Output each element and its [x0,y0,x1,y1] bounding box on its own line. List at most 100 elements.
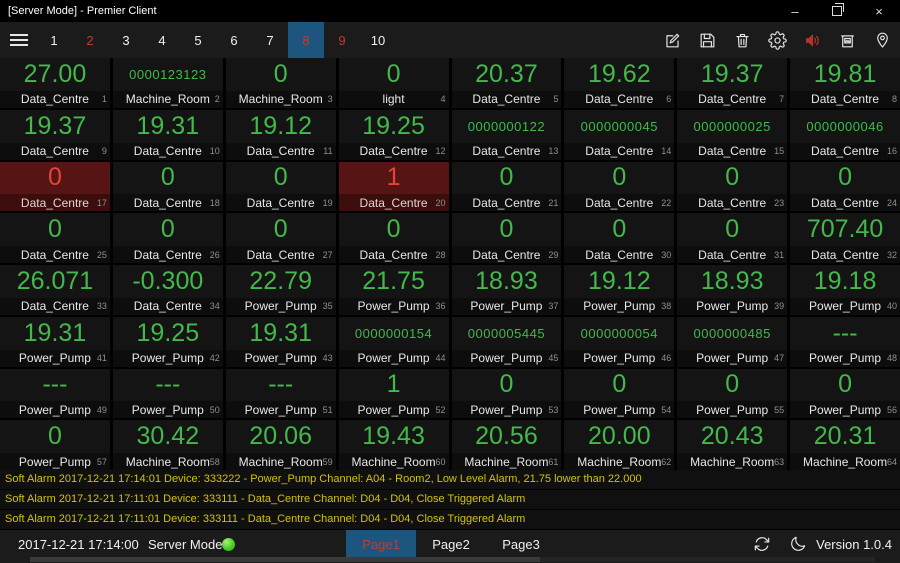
grid-cell[interactable]: 19.43 Machine_Room 60 [338,420,449,470]
cell-value: 0000000025 [693,118,771,134]
grid-cell[interactable]: 19.31 Power_Pump 43 [225,316,336,367]
grid-cell[interactable]: 0000000122 Data_Centre 13 [451,109,562,160]
delete-button[interactable] [725,22,760,58]
grid-cell[interactable]: 0 Power_Pump 56 [790,368,900,419]
grid-cell[interactable]: 0000000154 Power_Pump 44 [338,316,449,367]
cell-label: Data_Centre [811,144,880,158]
grid-cell[interactable]: 0 light 4 [338,58,449,108]
cell-value: 707.40 [806,215,884,244]
grid-cell[interactable]: 0 Power_Pump 53 [451,368,562,419]
sync-button[interactable] [751,533,773,555]
grid-cell[interactable]: --- Power_Pump 51 [225,368,336,419]
grid-cell[interactable]: 0 Data_Centre 18 [112,161,223,212]
grid-cell[interactable]: 0 Machine_Room 3 [225,58,336,108]
tab-page3[interactable]: Page3 [486,530,556,558]
grid-cell[interactable]: 30.42 Machine_Room 58 [112,420,223,470]
grid-cell[interactable]: 0 Data_Centre 25 [0,213,110,263]
grid-cell[interactable]: 0 Power_Pump 54 [564,368,675,419]
grid-cell[interactable]: 0 Data_Centre 19 [225,161,336,212]
grid-cell[interactable]: 0000000054 Power_Pump 46 [564,316,675,367]
alarm-row[interactable]: Soft Alarm 2017-12-21 17:11:01 Device: 3… [0,490,900,510]
grid-cell[interactable]: 20.56 Machine_Room 61 [451,420,562,470]
grid-cell[interactable]: 22.79 Power_Pump 35 [225,265,336,315]
grid-cell[interactable]: 20.37 Data_Centre 5 [451,58,562,108]
grid-cell[interactable]: 20.00 Machine_Room 62 [564,420,675,470]
grid-cell[interactable]: 0 Data_Centre 17 [0,161,110,212]
grid-cell[interactable]: 0 Data_Centre 27 [225,213,336,263]
save-button[interactable] [690,22,725,58]
grid-cell[interactable]: --- Power_Pump 48 [790,316,900,367]
grid-cell[interactable]: 0 Data_Centre 30 [564,213,675,263]
grid-cell[interactable]: 19.37 Data_Centre 9 [0,109,110,160]
close-button[interactable]: × [858,0,900,22]
grid-cell[interactable]: 0000123123 Machine_Room 2 [112,58,223,108]
toolbar-page-4[interactable]: 4 [144,22,180,58]
grid-cell[interactable]: 0 Data_Centre 23 [677,161,788,212]
tab-page2[interactable]: Page2 [416,530,486,558]
scrollbar-thumb[interactable] [30,557,540,562]
snapshot-button[interactable] [830,22,865,58]
grid-cell[interactable]: 26.071 Data_Centre 33 [0,265,110,315]
grid-cell[interactable]: 19.18 Power_Pump 40 [790,265,900,315]
menu-button[interactable] [0,22,36,58]
alarm-row[interactable]: Soft Alarm 2017-12-21 17:11:01 Device: 3… [0,510,900,530]
alarm-row[interactable]: Soft Alarm 2017-12-21 17:14:01 Device: 3… [0,470,900,490]
toolbar-page-8[interactable]: 8 [288,22,324,58]
toolbar-page-9[interactable]: 9 [324,22,360,58]
horizontal-scrollbar[interactable] [30,557,875,562]
grid-cell[interactable]: 19.12 Power_Pump 38 [564,265,675,315]
grid-cell[interactable]: 19.25 Power_Pump 42 [112,316,223,367]
grid-cell[interactable]: 19.31 Data_Centre 10 [112,109,223,160]
toolbar-page-2[interactable]: 2 [72,22,108,58]
grid-cell[interactable]: 19.62 Data_Centre 6 [564,58,675,108]
toolbar-page-1[interactable]: 1 [36,22,72,58]
grid-cell[interactable]: --- Power_Pump 50 [112,368,223,419]
cell-label: Power_Pump [244,351,317,365]
tab-page1[interactable]: Page1 [346,530,416,558]
grid-cell[interactable]: 19.12 Data_Centre 11 [225,109,336,160]
grid-cell[interactable]: 0000000485 Power_Pump 47 [677,316,788,367]
grid-cell[interactable]: 0 Power_Pump 57 [0,420,110,470]
grid-cell[interactable]: 0 Data_Centre 28 [338,213,449,263]
grid-cell[interactable]: 21.75 Power_Pump 36 [338,265,449,315]
grid-cell[interactable]: 20.31 Machine_Room 64 [790,420,900,470]
grid-cell[interactable]: -0.300 Data_Centre 34 [112,265,223,315]
toolbar-page-7[interactable]: 7 [252,22,288,58]
grid-cell[interactable]: 0 Data_Centre 22 [564,161,675,212]
grid-cell[interactable]: 0000000045 Data_Centre 14 [564,109,675,160]
grid-cell[interactable]: 1 Power_Pump 52 [338,368,449,419]
restore-button[interactable] [816,0,858,22]
grid-cell[interactable]: --- Power_Pump 49 [0,368,110,419]
grid-cell[interactable]: 20.43 Machine_Room 63 [677,420,788,470]
grid-cell[interactable]: 0 Data_Centre 24 [790,161,900,212]
grid-cell[interactable]: 19.31 Power_Pump 41 [0,316,110,367]
grid-cell[interactable]: 1 Data_Centre 20 [338,161,449,212]
toolbar-page-3[interactable]: 3 [108,22,144,58]
grid-cell[interactable]: 19.37 Data_Centre 7 [677,58,788,108]
grid-cell[interactable]: 20.06 Machine_Room 59 [225,420,336,470]
grid-cell[interactable]: 18.93 Power_Pump 37 [451,265,562,315]
night-mode-button[interactable] [787,533,809,555]
cell-value: 19.18 [813,266,877,295]
edit-button[interactable] [655,22,690,58]
grid-cell[interactable]: 19.25 Data_Centre 12 [338,109,449,160]
grid-cell[interactable]: 0 Data_Centre 29 [451,213,562,263]
grid-cell[interactable]: 0 Power_Pump 55 [677,368,788,419]
grid-cell[interactable]: 19.81 Data_Centre 8 [790,58,900,108]
grid-cell[interactable]: 0 Data_Centre 21 [451,161,562,212]
toolbar-page-6[interactable]: 6 [216,22,252,58]
location-button[interactable] [865,22,900,58]
grid-cell[interactable]: 707.40 Data_Centre 32 [790,213,900,263]
alarm-sound-button[interactable] [795,22,830,58]
grid-cell[interactable]: 0 Data_Centre 31 [677,213,788,263]
grid-cell[interactable]: 0000000046 Data_Centre 16 [790,109,900,160]
toolbar-page-10[interactable]: 10 [360,22,396,58]
minimize-button[interactable]: – [774,0,816,22]
grid-cell[interactable]: 18.93 Power_Pump 39 [677,265,788,315]
settings-button[interactable] [760,22,795,58]
grid-cell[interactable]: 0000005445 Power_Pump 45 [451,316,562,367]
toolbar-page-5[interactable]: 5 [180,22,216,58]
grid-cell[interactable]: 0000000025 Data_Centre 15 [677,109,788,160]
grid-cell[interactable]: 27.00 Data_Centre 1 [0,58,110,108]
grid-cell[interactable]: 0 Data_Centre 26 [112,213,223,263]
